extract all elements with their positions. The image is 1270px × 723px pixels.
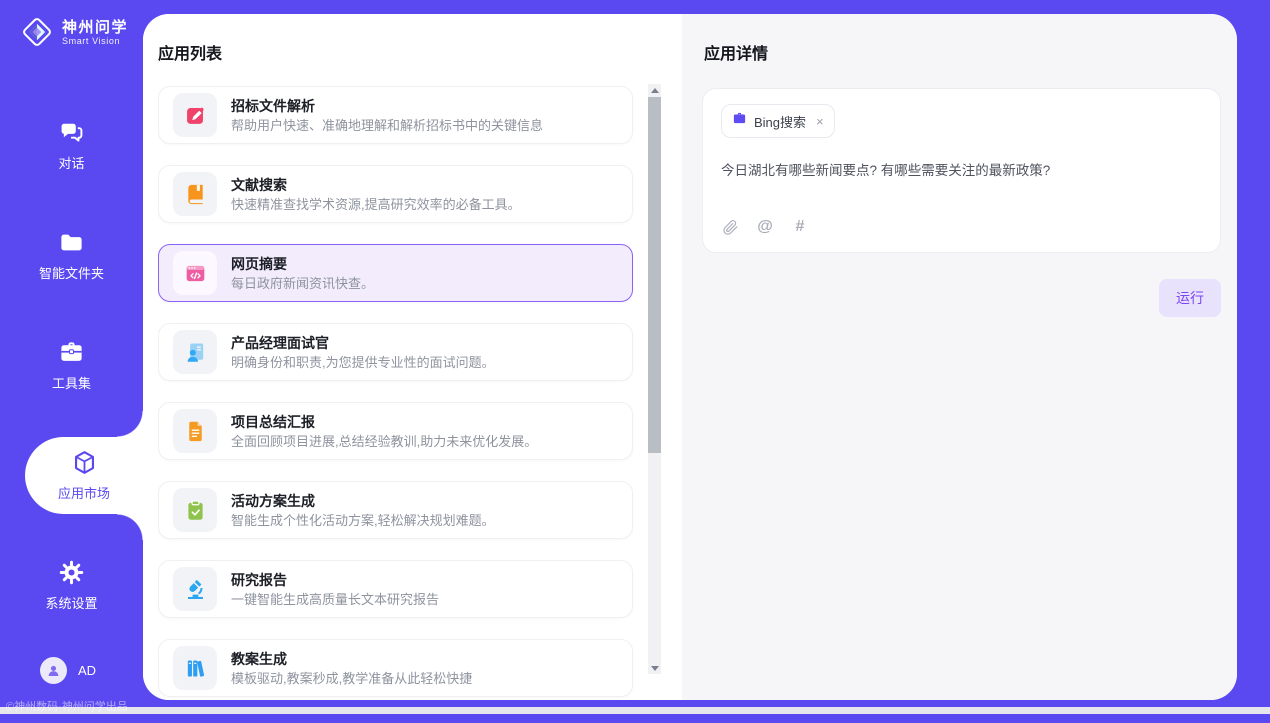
sidebar-item-toolbox[interactable]: 工具集 [0, 327, 143, 404]
tool-chip[interactable]: Bing搜索 × [721, 104, 835, 138]
app-card-description: 每日政府新闻资讯快查。 [231, 276, 374, 291]
brand-diamond-icon [20, 15, 54, 49]
prompt-input-card[interactable]: Bing搜索 × 今日湖北有哪些新闻要点? 有哪些需要关注的最新政策? @# [702, 88, 1221, 253]
app-card-title: 网页摘要 [231, 256, 374, 272]
app-card-title: 项目总结汇报 [231, 414, 537, 430]
sidebar-item-folder[interactable]: 智能文件夹 [0, 217, 143, 294]
app-card[interactable]: 教案生成 模板驱动,教案秒成,教学准备从此轻松快捷 [158, 639, 633, 697]
hash-icon[interactable]: # [791, 218, 809, 236]
cube-icon [71, 449, 98, 476]
clipboard-check-icon [173, 488, 217, 532]
scroll-down-icon[interactable] [648, 662, 661, 674]
main-content: 应用列表 招标文件解析 帮助用户快速、准确地理解和解析招标书中的关键信息 文献搜… [143, 14, 1237, 700]
user-avatar-icon [40, 657, 67, 684]
books-icon [173, 646, 217, 690]
app-card-description: 一键智能生成高质量长文本研究报告 [231, 592, 439, 607]
report-document-icon [173, 409, 217, 453]
scrollbar-thumb[interactable] [648, 97, 661, 453]
query-text[interactable]: 今日湖北有哪些新闻要点? 有哪些需要关注的最新政策? [721, 161, 1202, 180]
app-card[interactable]: 文献搜索 快速精准查找学术资源,提高研究效率的必备工具。 [158, 165, 633, 223]
attachment-icon[interactable] [721, 218, 739, 236]
briefcase-icon [732, 111, 747, 131]
app-card-title: 招标文件解析 [231, 98, 543, 114]
book-icon [173, 172, 217, 216]
app-card[interactable]: 研究报告 一键智能生成高质量长文本研究报告 [158, 560, 633, 618]
app-detail-title: 应用详情 [704, 40, 1221, 64]
app-card-title: 教案生成 [231, 651, 472, 667]
app-card[interactable]: 项目总结汇报 全面回顾项目进展,总结经验教训,助力未来优化发展。 [158, 402, 633, 460]
app-list: 招标文件解析 帮助用户快速、准确地理解和解析招标书中的关键信息 文献搜索 快速精… [158, 86, 682, 700]
sidebar-item-label: 对话 [58, 153, 84, 172]
app-card-title: 产品经理面试官 [231, 335, 495, 351]
app-card-description: 模板驱动,教案秒成,教学准备从此轻松快捷 [231, 671, 472, 686]
brand-name: 神州问学 [62, 19, 128, 36]
tool-chip-label: Bing搜索 [754, 112, 806, 131]
app-card[interactable]: 产品经理面试官 明确身份和职责,为您提供专业性的面试问题。 [158, 323, 633, 381]
app-card-description: 全面回顾项目进展,总结经验教训,助力未来优化发展。 [231, 434, 537, 449]
chip-close-button[interactable]: × [816, 115, 824, 128]
edit-document-icon [173, 93, 217, 137]
sidebar: 神州问学 Smart Vision 对话 智能文件夹 工具集 应用市场 系统设置… [0, 0, 143, 707]
user-profile[interactable]: AD [0, 657, 143, 684]
sidebar-item-label: 智能文件夹 [39, 263, 104, 282]
app-card-description: 明确身份和职责,为您提供专业性的面试问题。 [231, 355, 495, 370]
app-card-title: 文献搜索 [231, 177, 521, 193]
microscope-icon [173, 567, 217, 611]
sidebar-nav: 对话 智能文件夹 工具集 应用市场 系统设置 [0, 107, 143, 657]
sidebar-item-label: 系统设置 [45, 593, 97, 612]
toolbox-icon [58, 339, 85, 366]
folder-icon [58, 229, 85, 256]
input-toolbar: @# [721, 218, 1202, 238]
app-card-title: 研究报告 [231, 572, 439, 588]
app-card[interactable]: 网页摘要 每日政府新闻资讯快查。 [158, 244, 633, 302]
scroll-up-icon[interactable] [648, 84, 661, 96]
gear-icon [58, 559, 85, 586]
scrollbar[interactable] [648, 84, 661, 674]
bottom-strip [0, 707, 1270, 714]
app-card[interactable]: 招标文件解析 帮助用户快速、准确地理解和解析招标书中的关键信息 [158, 86, 633, 144]
sidebar-item-gear[interactable]: 系统设置 [0, 547, 143, 624]
chat-icon [58, 119, 85, 146]
mention-icon[interactable]: @ [756, 218, 774, 236]
app-detail-panel: 应用详情 Bing搜索 × 今日湖北有哪些新闻要点? 有哪些需要关注的最新政策?… [682, 14, 1237, 700]
copyright-text: ©神州数码·神州问学出品 [0, 698, 143, 723]
webpage-code-icon [173, 251, 217, 295]
brand-subtitle: Smart Vision [62, 36, 128, 46]
app-list-title: 应用列表 [158, 40, 682, 64]
brand-logo: 神州问学 Smart Vision [0, 0, 143, 49]
app-card-description: 智能生成个性化活动方案,轻松解决规划难题。 [231, 513, 495, 528]
sidebar-item-cube[interactable]: 应用市场 [25, 437, 143, 514]
interviewer-icon [173, 330, 217, 374]
user-name: AD [78, 663, 96, 678]
app-card-description: 帮助用户快速、准确地理解和解析招标书中的关键信息 [231, 118, 543, 133]
app-list-panel: 应用列表 招标文件解析 帮助用户快速、准确地理解和解析招标书中的关键信息 文献搜… [143, 14, 682, 700]
app-card-title: 活动方案生成 [231, 493, 495, 509]
sidebar-item-label: 应用市场 [58, 483, 110, 502]
sidebar-item-chat[interactable]: 对话 [0, 107, 143, 184]
sidebar-item-label: 工具集 [52, 373, 91, 392]
app-card-description: 快速精准查找学术资源,提高研究效率的必备工具。 [231, 197, 521, 212]
app-card[interactable]: 活动方案生成 智能生成个性化活动方案,轻松解决规划难题。 [158, 481, 633, 539]
run-button[interactable]: 运行 [1159, 279, 1221, 317]
